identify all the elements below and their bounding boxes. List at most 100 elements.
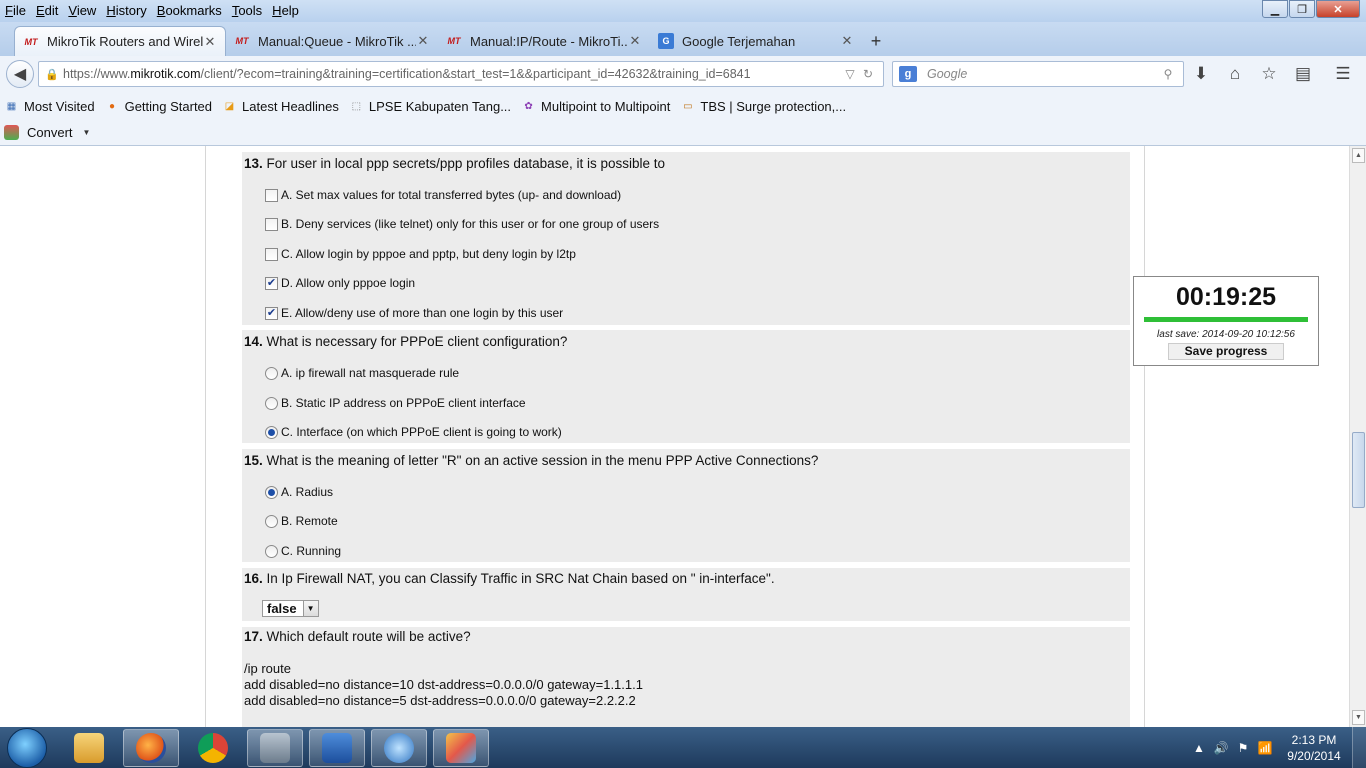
- route-code-line: add disabled=no distance=10 dst-address=…: [244, 677, 643, 692]
- tab-close-icon[interactable]: ✕: [840, 33, 854, 49]
- radio-button[interactable]: [265, 485, 278, 499]
- tbs-icon: ▭: [683, 100, 693, 112]
- checkbox[interactable]: [265, 217, 278, 231]
- volume-icon[interactable]: 🔊: [1210, 741, 1232, 755]
- bookmark-most-visited[interactable]: ▦ Most Visited: [4, 99, 95, 114]
- restore-button[interactable]: ❐: [1289, 0, 1315, 18]
- option-14c[interactable]: C. Interface (on which PPPoE client is g…: [265, 425, 562, 439]
- windows-taskbar: ▲ 🔊 ⚑ 📶 2:13 PM 9/20/2014: [0, 727, 1366, 768]
- reader-list-icon[interactable]: ▤: [1286, 60, 1320, 88]
- menu-bookmarks[interactable]: Bookmarks: [152, 1, 227, 21]
- network-icon[interactable]: 📶: [1254, 741, 1276, 755]
- bookmark-latest-headlines[interactable]: ◪ Latest Headlines: [222, 99, 339, 114]
- checkbox[interactable]: ✔: [265, 306, 278, 320]
- checkbox[interactable]: [265, 188, 278, 202]
- menu-view[interactable]: View: [63, 1, 101, 21]
- menu-history[interactable]: History: [101, 1, 151, 21]
- radio-selected-dot: [268, 488, 275, 496]
- scroll-down-icon[interactable]: ▼: [1352, 710, 1365, 725]
- clock-date: 9/20/2014: [1287, 748, 1341, 763]
- show-hidden-icons-icon[interactable]: ▲: [1188, 741, 1210, 755]
- taskbar-explorer[interactable]: [61, 729, 117, 767]
- convert-icon: [4, 125, 19, 140]
- menu-help[interactable]: Help: [267, 1, 304, 21]
- scroll-up-icon[interactable]: ▲: [1352, 148, 1365, 163]
- start-button[interactable]: [7, 727, 47, 768]
- scroll-thumb[interactable]: [1352, 432, 1365, 508]
- option-15c[interactable]: C. Running: [265, 544, 341, 558]
- reload-icon[interactable]: ↻: [859, 67, 877, 81]
- option-15b[interactable]: B. Remote: [265, 514, 338, 528]
- bookmark-getting-started[interactable]: ● Getting Started: [105, 99, 212, 114]
- taskbar-paint[interactable]: [433, 728, 489, 767]
- taskbar-firefox[interactable]: [123, 728, 179, 767]
- countdown-timer: 00:19:25: [1175, 283, 1277, 311]
- radio-button[interactable]: [265, 366, 278, 380]
- download-icon[interactable]: ⬇: [1184, 60, 1218, 88]
- question-17: 17. Which default route will be active? …: [242, 627, 1130, 727]
- tab-close-icon[interactable]: ✕: [416, 33, 430, 49]
- taskbar-app[interactable]: [371, 728, 427, 767]
- convert-button[interactable]: Convert: [27, 125, 73, 140]
- radio-button[interactable]: [265, 514, 278, 528]
- tab-manual-queue[interactable]: MT Manual:Queue - MikroTik ... ✕: [226, 26, 438, 56]
- hamburger-menu-icon[interactable]: ☰: [1326, 60, 1360, 88]
- menu-file[interactable]: File: [0, 1, 31, 21]
- search-input[interactable]: Google: [927, 67, 1159, 81]
- taskbar-word[interactable]: [309, 728, 365, 767]
- option-13c[interactable]: C. Allow login by pppoe and pptp, but de…: [265, 247, 576, 261]
- taskbar-winbox[interactable]: [247, 728, 303, 767]
- save-progress-button[interactable]: Save progress: [1168, 343, 1284, 360]
- true-false-select[interactable]: false ▼: [262, 600, 319, 617]
- new-tab-button[interactable]: +: [862, 26, 890, 56]
- option-15a[interactable]: A. Radius: [265, 485, 333, 499]
- clock-time: 2:13 PM: [1291, 732, 1337, 747]
- minimize-button[interactable]: ▁: [1262, 0, 1288, 18]
- radio-button[interactable]: [265, 425, 278, 439]
- menu-tools[interactable]: Tools: [227, 1, 267, 21]
- system-clock[interactable]: 2:13 PM 9/20/2014: [1276, 732, 1352, 764]
- convert-dropdown-icon[interactable]: ▼: [83, 128, 91, 137]
- system-tray: ▲ 🔊 ⚑ 📶 2:13 PM 9/20/2014: [1188, 727, 1366, 768]
- google-search-engine-icon[interactable]: g: [899, 66, 917, 82]
- option-13d[interactable]: ✔ D. Allow only pppoe login: [265, 276, 415, 290]
- tab-close-icon[interactable]: ✕: [628, 33, 642, 49]
- url-bar[interactable]: 🔒 https://www.mikrotik.com/client/?ecom=…: [38, 61, 884, 87]
- url-text[interactable]: https://www.mikrotik.com/client/?ecom=tr…: [63, 67, 841, 81]
- option-13a[interactable]: A. Set max values for total transferred …: [265, 188, 621, 202]
- radio-button[interactable]: [265, 544, 278, 558]
- show-desktop-button[interactable]: [1352, 727, 1366, 768]
- home-icon[interactable]: ⌂: [1218, 60, 1252, 88]
- checkbox[interactable]: ✔: [265, 276, 278, 290]
- bookmark-lpse[interactable]: ⬚ LPSE Kabupaten Tang...: [349, 99, 511, 114]
- search-icon[interactable]: ⚲: [1159, 67, 1177, 81]
- search-bar[interactable]: g Google ⚲: [892, 61, 1184, 87]
- bookmark-star-icon[interactable]: ☆: [1252, 60, 1286, 88]
- checkbox[interactable]: [265, 247, 278, 261]
- chevron-down-icon[interactable]: ▼: [302, 601, 318, 616]
- close-window-button[interactable]: ✕: [1316, 0, 1360, 18]
- tab-mikrotik-routers[interactable]: MT MikroTik Routers and Wirel... ✕: [14, 26, 226, 56]
- tab-manual-ip-route[interactable]: MT Manual:IP/Route - MikroTi... ✕: [438, 26, 650, 56]
- tab-google-terjemahan[interactable]: G Google Terjemahan ✕: [650, 26, 862, 56]
- question-title: 16. In Ip Firewall NAT, you can Classify…: [244, 571, 775, 586]
- vertical-scrollbar[interactable]: ▲ ▼: [1349, 146, 1366, 727]
- taskbar-chrome[interactable]: [185, 729, 241, 767]
- tab-title: MikroTik Routers and Wirel...: [47, 34, 203, 49]
- option-13b[interactable]: B. Deny services (like telnet) only for …: [265, 217, 659, 231]
- bookmark-multipoint[interactable]: ✿ Multipoint to Multipoint: [521, 99, 670, 114]
- tab-close-icon[interactable]: ✕: [203, 34, 217, 50]
- menu-edit[interactable]: Edit: [31, 1, 63, 21]
- option-13e[interactable]: ✔ E. Allow/deny use of more than one logi…: [265, 306, 563, 320]
- question-title: 17. Which default route will be active?: [244, 629, 471, 644]
- mikrotik-favicon-icon: MT: [447, 36, 461, 46]
- url-dropdown-icon[interactable]: ▽: [841, 67, 859, 81]
- bookmark-tbs[interactable]: ▭ TBS | Surge protection,...: [680, 99, 846, 114]
- winbox-icon: [260, 732, 290, 763]
- back-button[interactable]: ◀: [6, 60, 34, 88]
- radio-button[interactable]: [265, 396, 278, 410]
- action-center-flag-icon[interactable]: ⚑: [1232, 741, 1254, 755]
- multipoint-icon: ✿: [524, 100, 533, 112]
- option-14a[interactable]: A. ip firewall nat masquerade rule: [265, 366, 459, 380]
- option-14b[interactable]: B. Static IP address on PPPoE client int…: [265, 396, 526, 410]
